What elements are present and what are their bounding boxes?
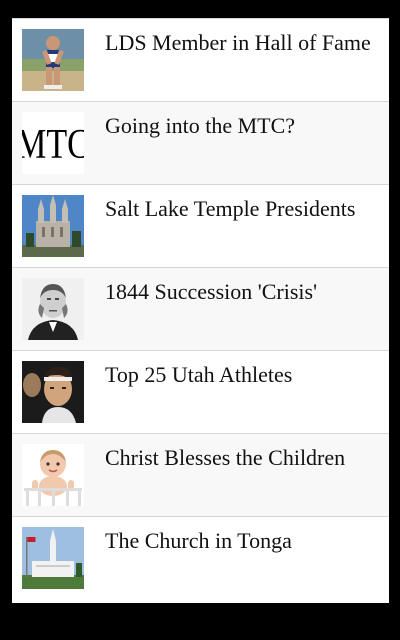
portrait-engraving-thumbnail <box>22 278 84 340</box>
article-title: Salt Lake Temple Presidents <box>105 196 356 221</box>
list-item[interactable]: Christ Blesses the Children <box>12 433 389 516</box>
mtc-logo-icon: MTC <box>22 112 84 174</box>
article-title: Christ Blesses the Children <box>105 445 346 470</box>
portrait-engraving-icon <box>22 278 84 340</box>
mtc-logo-text: MTC <box>22 122 84 168</box>
article-title: Top 25 Utah Athletes <box>105 362 293 387</box>
athlete-photo-thumbnail <box>22 361 84 423</box>
temple-photo-thumbnail <box>22 195 84 257</box>
article-title: 1844 Succession 'Crisis' <box>105 279 318 304</box>
list-item[interactable]: MTC Going into the MTC? <box>12 101 389 184</box>
article-title: The Church in Tonga <box>105 528 292 553</box>
athlete-photo-icon <box>22 361 84 423</box>
list-item[interactable]: Salt Lake Temple Presidents <box>12 184 389 267</box>
temple-photo-icon <box>22 195 84 257</box>
list-item[interactable]: The Church in Tonga <box>12 516 389 599</box>
baby-photo-thumbnail <box>22 444 84 506</box>
baby-photo-icon <box>22 444 84 506</box>
list-item[interactable]: Top 25 Utah Athletes <box>12 350 389 433</box>
article-title: LDS Member in Hall of Fame <box>105 30 371 55</box>
runner-photo-thumbnail <box>22 29 84 91</box>
tonga-temple-photo-thumbnail <box>22 527 84 589</box>
mtc-logo-thumbnail: MTC <box>22 112 84 174</box>
tonga-temple-photo-icon <box>22 527 84 589</box>
article-title: Going into the MTC? <box>105 113 296 138</box>
runner-photo-icon <box>22 29 84 91</box>
list-item[interactable]: 1844 Succession 'Crisis' <box>12 267 389 350</box>
app-screen: LDS Member in Hall of Fame MTC Going int… <box>12 18 389 603</box>
article-list: LDS Member in Hall of Fame MTC Going int… <box>12 18 389 599</box>
list-item[interactable]: LDS Member in Hall of Fame <box>12 18 389 101</box>
